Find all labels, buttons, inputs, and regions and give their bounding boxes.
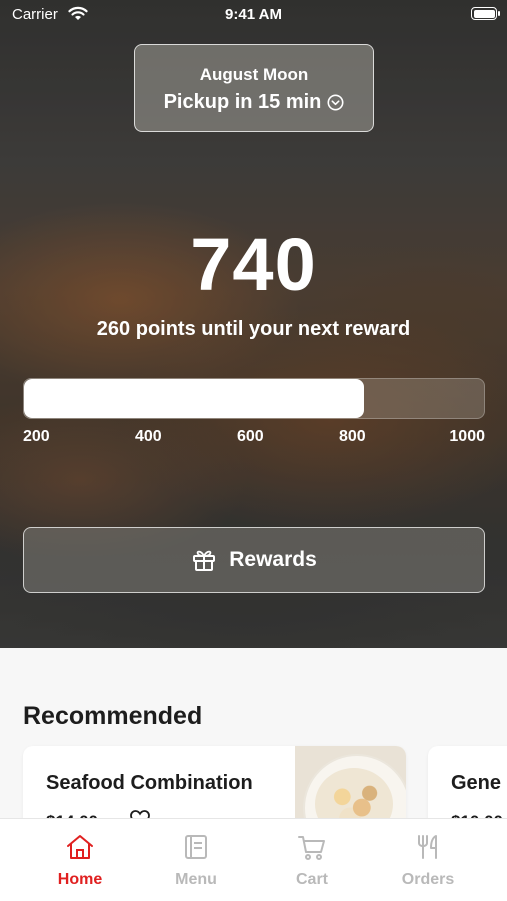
battery-icon (471, 7, 500, 20)
tab-bar: Home Menu Cart Orders (0, 818, 507, 901)
tab-cart[interactable]: Cart (249, 819, 375, 901)
tick-label: 600 (237, 428, 264, 445)
item-name: Gene (451, 772, 502, 794)
recommended-heading: Recommended (23, 702, 203, 730)
chevron-down-circle-icon (327, 94, 344, 111)
item-name: Seafood Combination (46, 772, 253, 794)
points-balance: 740 (190, 223, 317, 306)
rewards-button[interactable]: Rewards (23, 527, 485, 593)
gift-icon (193, 550, 216, 571)
tab-orders[interactable]: Orders (365, 819, 491, 901)
status-bar: Carrier 9:41 AM (0, 0, 507, 30)
store-pickup-selector[interactable]: August Moon Pickup in 15 min (134, 44, 374, 132)
tab-home[interactable]: Home (17, 819, 143, 901)
store-name: August Moon (199, 65, 309, 84)
tab-orders-label: Orders (401, 871, 455, 888)
tick-label: 800 (339, 428, 366, 445)
tab-home-label: Home (57, 871, 103, 888)
points-progress-fill (24, 379, 365, 418)
progress-tick-labels: 200 400 600 800 1000 (23, 428, 485, 448)
pickup-label: Pickup in 15 min (163, 91, 322, 113)
rewards-button-label: Rewards (229, 548, 317, 571)
points-message: 260 points until your next reward (96, 318, 411, 340)
home-icon (67, 835, 93, 859)
tab-cart-label: Cart (295, 871, 328, 888)
menu-book-icon (185, 835, 207, 859)
tab-menu-label: Menu (175, 871, 217, 888)
pickup-time: Pickup in 15 min (135, 91, 373, 114)
tab-menu[interactable]: Menu (133, 819, 259, 901)
fork-knife-icon (418, 835, 437, 859)
clock: 9:41 AM (225, 6, 282, 23)
cart-icon (298, 836, 325, 860)
tick-label: 1000 (449, 428, 485, 445)
points-progress-bar (23, 378, 485, 419)
tick-label: 400 (135, 428, 162, 445)
tick-label: 200 (23, 428, 50, 445)
